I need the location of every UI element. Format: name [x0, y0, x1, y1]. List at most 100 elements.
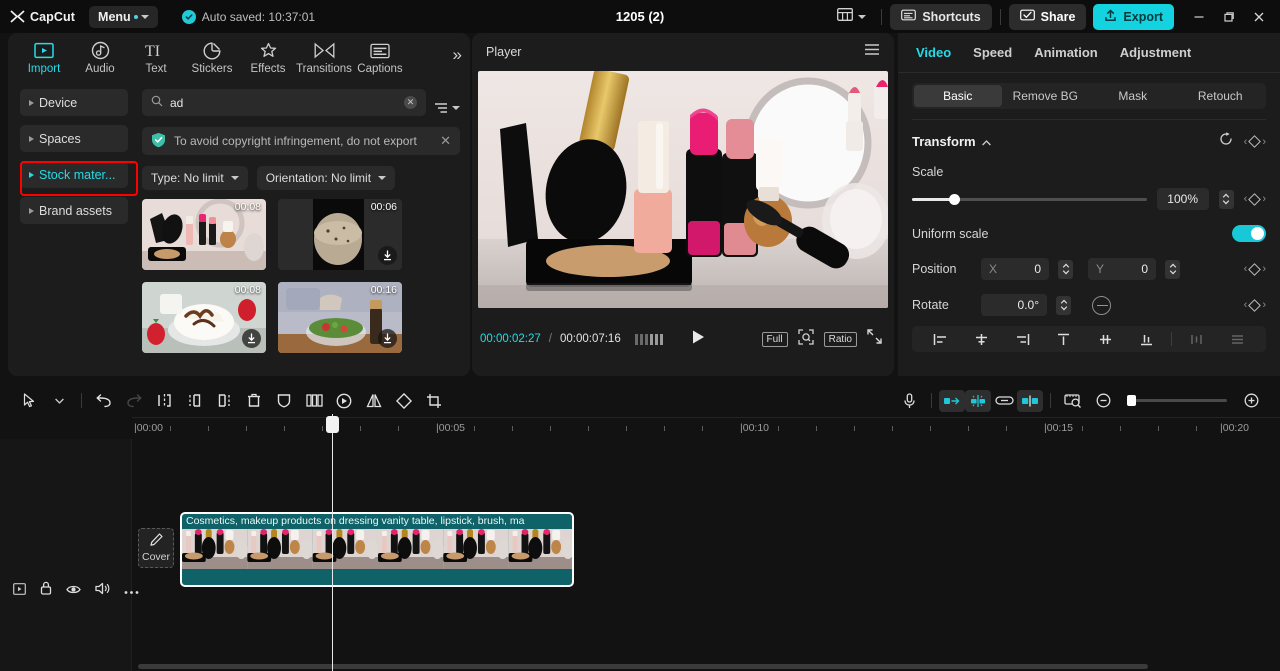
category-spaces[interactable]: Spaces [20, 125, 128, 152]
rotate-value[interactable]: 0.0° [981, 294, 1047, 316]
align-center-horizontal-icon[interactable] [961, 333, 1002, 346]
playhead-handle[interactable] [326, 416, 339, 433]
tab-import[interactable]: Import [16, 37, 72, 75]
zoom-out-icon[interactable] [1088, 388, 1118, 414]
quality-button[interactable]: Full [761, 331, 788, 347]
category-device[interactable]: Device [20, 89, 128, 116]
cursor-dropdown-icon[interactable] [44, 388, 74, 414]
media-card[interactable]: 00:08 [142, 199, 266, 270]
select-cursor-icon[interactable] [14, 388, 44, 414]
timeline-horizontal-scrollbar[interactable] [138, 664, 1148, 669]
position-keyframe[interactable]: ‹ › [1244, 262, 1266, 276]
mask-icon[interactable] [269, 388, 299, 414]
media-card[interactable]: 00:16 [278, 282, 402, 353]
align-bottom-icon[interactable] [1126, 333, 1167, 346]
tab-audio[interactable]: Audio [72, 37, 128, 75]
filter-type-dropdown[interactable]: Type: No limit [142, 166, 248, 190]
close-button[interactable] [1244, 2, 1274, 32]
more-options-icon[interactable] [124, 582, 139, 600]
scale-keyframe[interactable]: ‹ › [1244, 192, 1266, 206]
subtab-mask[interactable]: Mask [1089, 85, 1177, 107]
category-stock-materials[interactable]: Stock mater... [20, 161, 128, 188]
more-tabs-button[interactable]: » [453, 45, 462, 65]
undo-icon[interactable] [89, 388, 119, 414]
subtab-retouch[interactable]: Retouch [1177, 85, 1265, 107]
clear-icon[interactable]: ✕ [404, 96, 417, 109]
eye-icon[interactable] [66, 582, 81, 600]
redo-icon[interactable] [119, 388, 149, 414]
download-button[interactable] [378, 329, 397, 348]
magnetic-snap-icon[interactable] [965, 389, 991, 412]
close-icon[interactable]: ✕ [440, 133, 451, 149]
tab-captions[interactable]: Captions [352, 37, 408, 75]
distribute-horizontal-icon[interactable] [1176, 333, 1217, 346]
uniform-scale-toggle[interactable] [1232, 225, 1266, 242]
rotate-keyframe[interactable]: ‹ › [1244, 298, 1266, 312]
crop-icon[interactable] [419, 388, 449, 414]
microphone-icon[interactable] [894, 388, 924, 414]
align-left-icon[interactable] [920, 333, 961, 346]
play-button[interactable] [691, 329, 706, 350]
zoom-in-icon[interactable] [1236, 388, 1266, 414]
tab-adjustment[interactable]: Adjustment [1120, 45, 1192, 60]
lock-icon[interactable] [40, 581, 52, 600]
menu-button[interactable]: Menu [89, 5, 158, 28]
adsorption-icon[interactable] [1017, 389, 1043, 412]
tab-speed[interactable]: Speed [973, 45, 1012, 60]
filter-button[interactable] [434, 101, 460, 115]
tab-text[interactable]: TI Text [128, 37, 184, 75]
scale-value[interactable]: 100% [1156, 188, 1209, 210]
delete-icon[interactable] [239, 388, 269, 414]
tab-effects[interactable]: Effects [240, 37, 296, 75]
chevron-up-icon[interactable] [981, 133, 991, 151]
subtab-remove-bg[interactable]: Remove BG [1002, 85, 1090, 107]
fullscreen-icon[interactable] [867, 329, 882, 349]
media-card[interactable]: 00:06 [278, 199, 402, 270]
position-x-field[interactable]: X 0 [981, 258, 1049, 280]
rotate-dial[interactable] [1092, 295, 1111, 315]
zoom-slider[interactable] [1127, 395, 1227, 406]
position-y-field[interactable]: Y 0 [1088, 258, 1156, 280]
shortcuts-button[interactable]: Shortcuts [890, 3, 992, 30]
distribute-vertical-icon[interactable] [1217, 333, 1258, 346]
timeline-clip[interactable]: Cosmetics, makeup products on dressing v… [180, 512, 574, 587]
hamburger-icon[interactable] [864, 43, 880, 61]
media-card[interactable]: 00:08 [142, 282, 266, 353]
position-y-stepper[interactable] [1165, 259, 1180, 279]
tab-stickers[interactable]: Stickers [184, 37, 240, 75]
mirror-icon[interactable] [359, 388, 389, 414]
filter-orientation-dropdown[interactable]: Orientation: No limit [256, 166, 396, 190]
auto-fit-icon[interactable] [939, 389, 965, 412]
timeline-ruler[interactable]: |00:00 |00:05 |00:10 |00:15 |00:20 [132, 417, 1280, 439]
export-button[interactable]: Export [1093, 3, 1174, 30]
scale-stepper[interactable] [1218, 189, 1234, 209]
align-right-icon[interactable] [1002, 333, 1043, 346]
timeline-playhead[interactable] [326, 414, 339, 671]
minimize-button[interactable] [1184, 2, 1214, 32]
preview-scale-icon[interactable] [1058, 388, 1088, 414]
scale-slider[interactable] [912, 193, 1147, 205]
category-brand-assets[interactable]: Brand assets [20, 197, 128, 224]
download-button[interactable] [242, 329, 261, 348]
tab-transitions[interactable]: Transitions [296, 37, 352, 75]
volume-icon[interactable] [95, 582, 110, 600]
layout-button[interactable] [830, 3, 873, 31]
align-top-icon[interactable] [1043, 333, 1084, 346]
search-input[interactable] [170, 95, 397, 110]
reset-icon[interactable] [1219, 132, 1233, 151]
maximize-button[interactable] [1214, 2, 1244, 32]
video-track-icon[interactable] [13, 582, 26, 600]
split-icon[interactable] [149, 388, 179, 414]
reverse-icon[interactable] [329, 388, 359, 414]
rotate-stepper[interactable] [1056, 295, 1071, 315]
fit-screen-icon[interactable] [797, 328, 814, 350]
zoom-slider-knob[interactable] [1127, 395, 1136, 406]
share-button[interactable]: Share [1008, 3, 1087, 30]
trim-end-icon[interactable] [209, 388, 239, 414]
tab-video[interactable]: Video [916, 45, 951, 60]
ratio-button[interactable]: Ratio [823, 331, 857, 347]
link-icon[interactable] [991, 390, 1017, 412]
download-button[interactable] [378, 246, 397, 265]
trim-start-icon[interactable] [179, 388, 209, 414]
preview-stage[interactable] [478, 71, 888, 308]
